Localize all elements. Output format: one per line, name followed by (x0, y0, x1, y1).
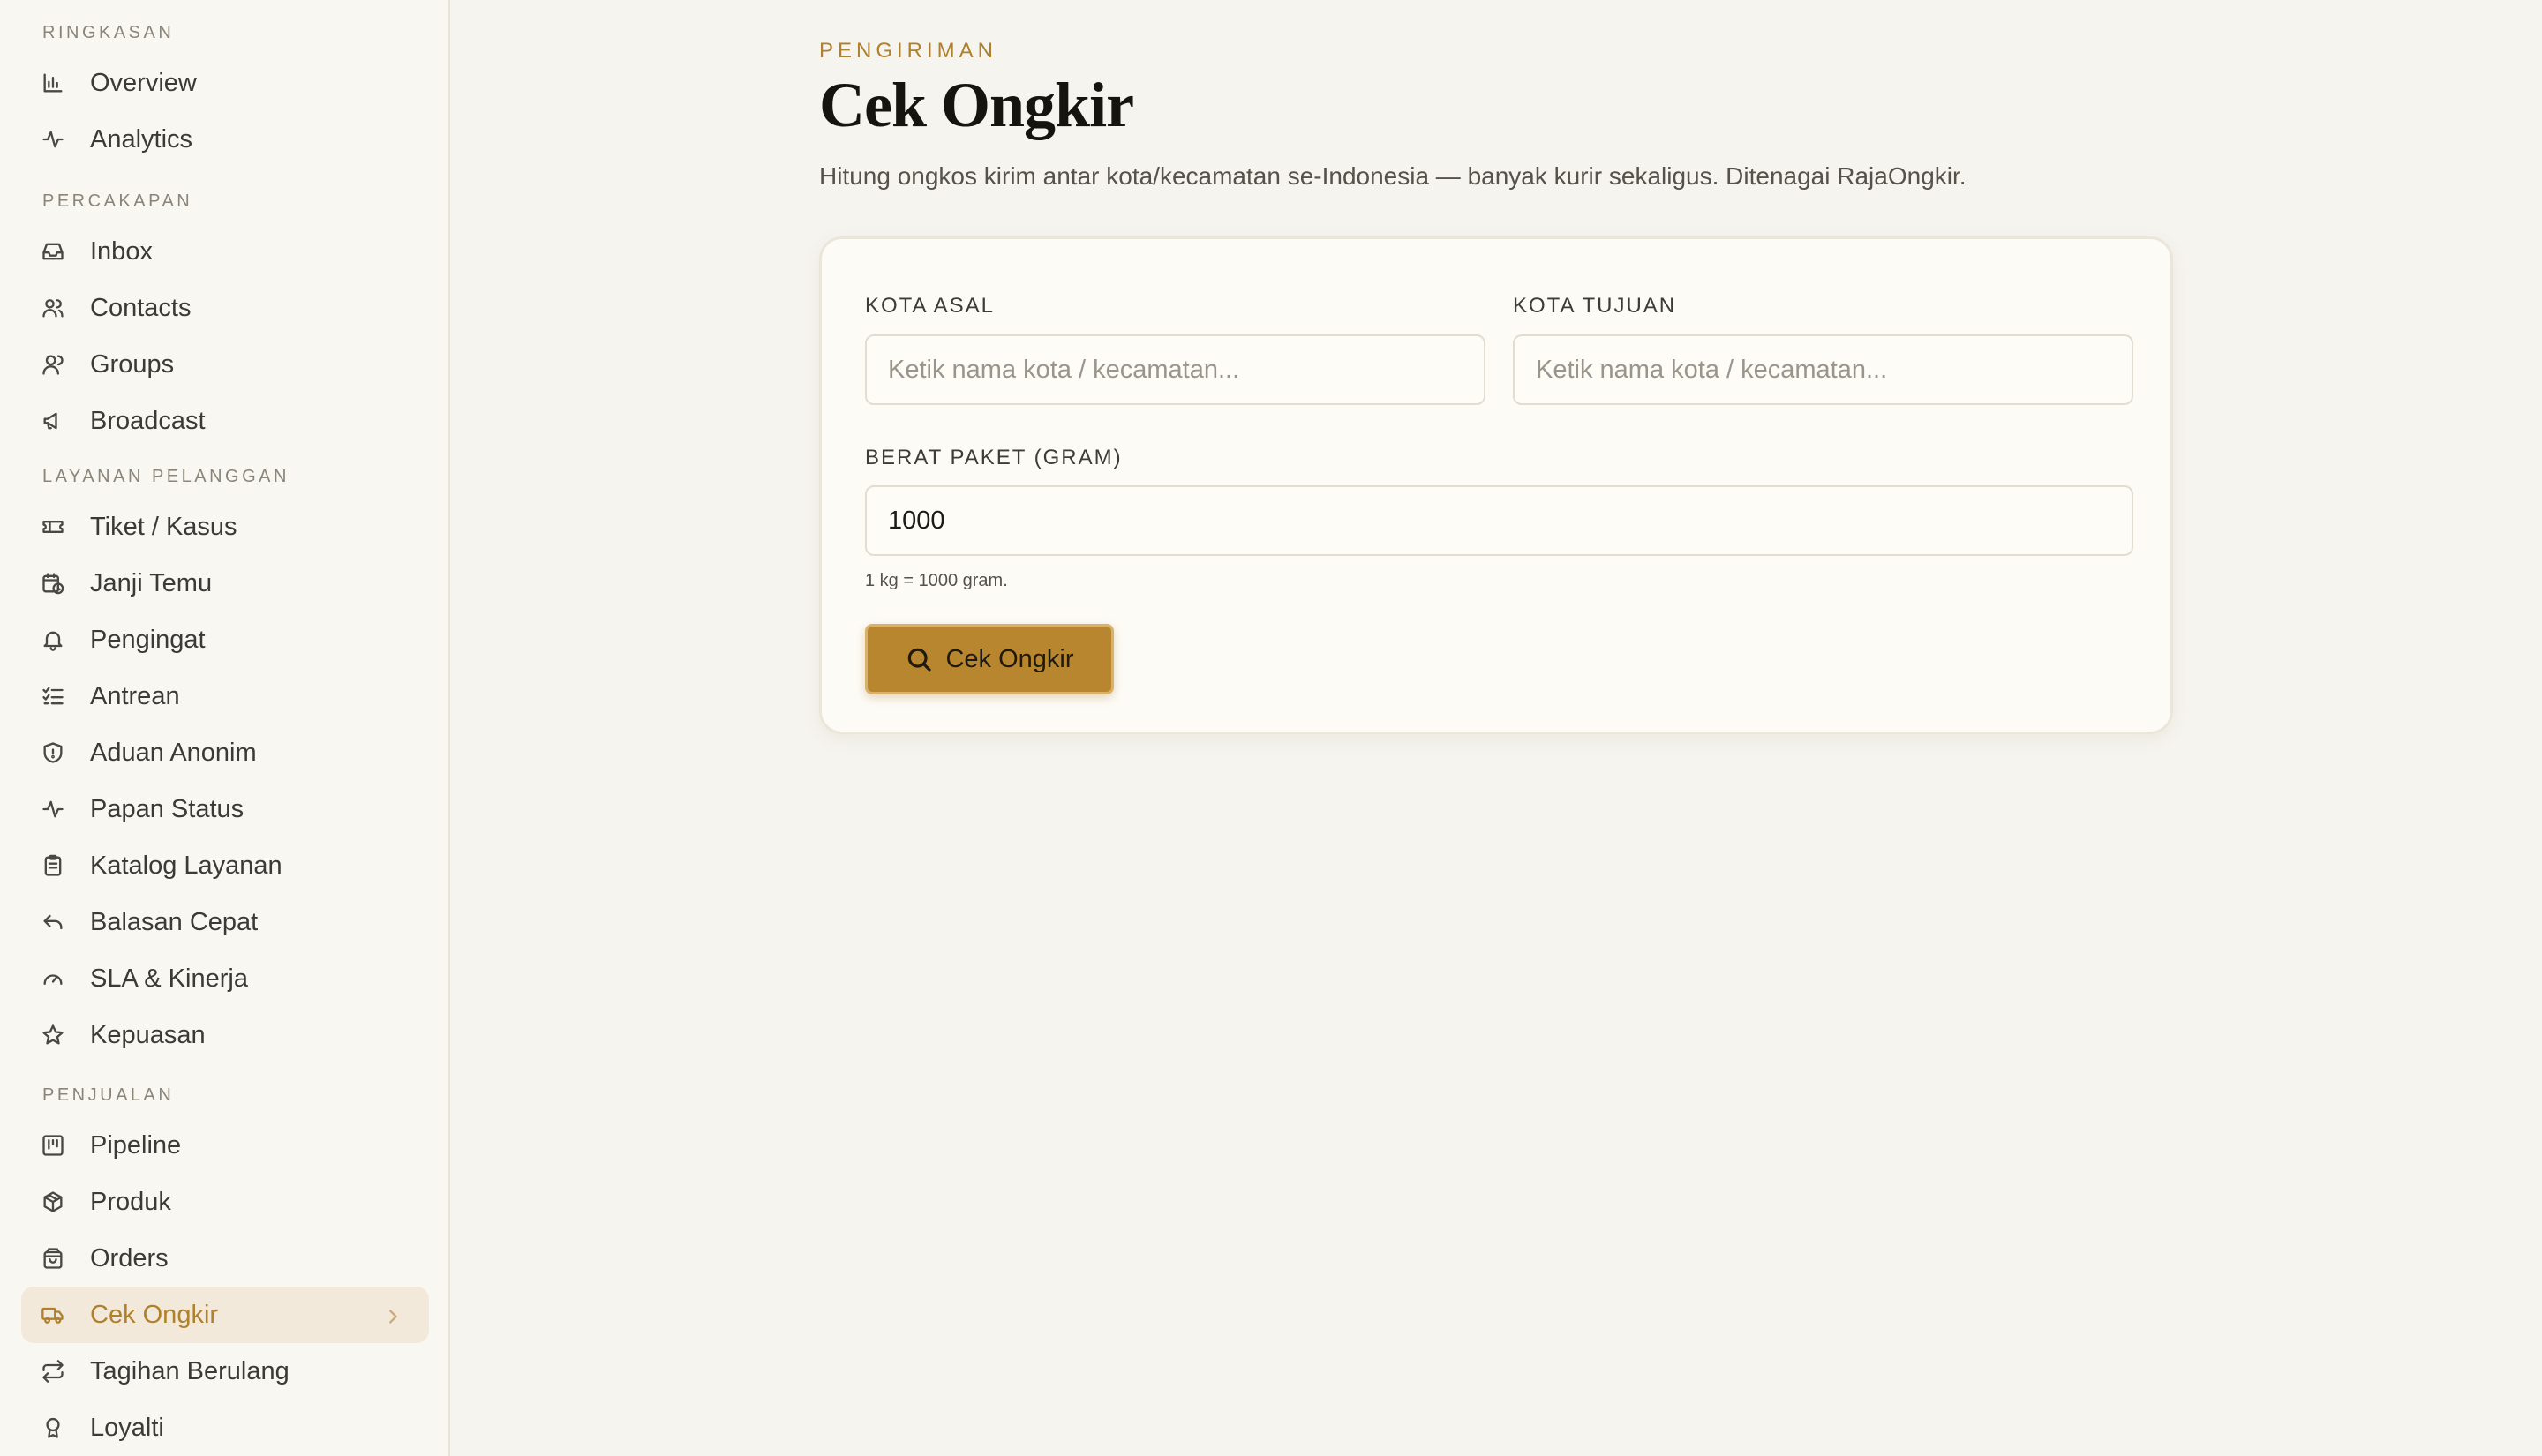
sidebar-item-balasan-cepat[interactable]: Balasan Cepat (21, 894, 429, 950)
page-title: Cek Ongkir (819, 70, 1134, 140)
sidebar-item-label: Tiket / Kasus (90, 512, 237, 541)
bell-icon (41, 627, 65, 652)
pulse-icon (41, 797, 65, 822)
reply-icon (41, 910, 65, 934)
chevron-right-icon (383, 1304, 402, 1324)
inbox-icon (41, 239, 65, 264)
sidebar-item-analytics[interactable]: Analytics (21, 111, 429, 168)
sidebar-item-label: Pengingat (90, 625, 206, 654)
sidebar-item-sla-kinerja[interactable]: SLA & Kinerja (21, 950, 429, 1007)
sidebar-item-label: Groups (90, 349, 175, 379)
sidebar-item-antrean[interactable]: Antrean (21, 668, 429, 724)
sidebar-item-label: Aduan Anonim (90, 738, 257, 767)
origin-label: KOTA ASAL (865, 294, 995, 318)
box-icon (41, 1190, 65, 1214)
sidebar-item-groups[interactable]: Groups (21, 336, 429, 393)
sidebar-item-label: Loyalti (90, 1413, 164, 1442)
weight-hint: 1 kg = 1000 gram. (865, 571, 1008, 590)
sidebar-section-title: LAYANAN PELANGGAN (42, 467, 290, 486)
sidebar-item-label: Orders (90, 1243, 169, 1272)
sidebar-item-label: Janji Temu (90, 568, 213, 597)
sidebar-item-pipeline[interactable]: Pipeline (21, 1117, 429, 1174)
shield-icon (41, 740, 65, 765)
sidebar-item-label: Produk (90, 1187, 171, 1216)
sidebar-item-overview[interactable]: Overview (21, 55, 429, 111)
megaphone-icon (41, 409, 65, 433)
check-shipping-cost-button-label: Cek Ongkir (945, 644, 1074, 673)
shipping-cost-form-card: KOTA ASAL KOTA TUJUAN BERAT PAKET (GRAM)… (819, 236, 2173, 734)
sidebar-item-inbox[interactable]: Inbox (21, 223, 429, 280)
activity-icon (41, 127, 65, 152)
shopping-bag-icon (41, 1246, 65, 1271)
sidebar-item-label: Tagihan Berulang (90, 1356, 290, 1385)
sidebar-item-tagihan-berulang[interactable]: Tagihan Berulang (21, 1343, 429, 1400)
calendar-clock-icon (41, 571, 65, 596)
sidebar-item-label: Kepuasan (90, 1020, 206, 1049)
page-subtitle: Hitung ongkos kirim antar kota/kecamatan… (819, 162, 1967, 190)
sidebar-item-tiket-kasus[interactable]: Tiket / Kasus (21, 499, 429, 555)
sidebar-item-kepuasan[interactable]: Kepuasan (21, 1007, 429, 1063)
bar-chart-icon (41, 71, 65, 95)
sidebar-item-pengingat[interactable]: Pengingat (21, 612, 429, 668)
sidebar-item-janji-temu[interactable]: Janji Temu (21, 555, 429, 612)
weight-label: BERAT PAKET (GRAM) (865, 446, 1123, 469)
sidebar-item-label: Contacts (90, 293, 192, 322)
repeat-icon (41, 1359, 65, 1384)
sidebar-item-produk[interactable]: Produk (21, 1174, 429, 1230)
page-eyebrow: PENGIRIMAN (819, 39, 998, 63)
sidebar-item-label: Broadcast (90, 406, 206, 435)
sidebar: RINGKASAN Overview Analytics PERCAKAPAN Inbo… (0, 0, 450, 1456)
ticket-icon (41, 514, 65, 539)
gauge-icon (41, 966, 65, 991)
sidebar-item-orders[interactable]: Orders (21, 1230, 429, 1287)
sidebar-item-label: Katalog Layanan (90, 851, 282, 880)
sidebar-item-label: Analytics (90, 124, 193, 154)
sidebar-section-title: RINGKASAN (42, 23, 175, 42)
destination-city-input[interactable] (1513, 334, 2133, 405)
destination-label: KOTA TUJUAN (1513, 294, 1677, 318)
clipboard-icon (41, 853, 65, 878)
users-icon (41, 296, 65, 320)
search-icon (905, 645, 933, 673)
sidebar-item-loyalti[interactable]: Loyalti (21, 1400, 429, 1456)
sidebar-item-label: Overview (90, 68, 197, 97)
sidebar-item-label: Pipeline (90, 1130, 182, 1160)
sidebar-item-label: SLA & Kinerja (90, 964, 248, 993)
sidebar-item-contacts[interactable]: Contacts (21, 280, 429, 336)
sidebar-item-label: Antrean (90, 681, 180, 710)
origin-city-input[interactable] (865, 334, 1485, 405)
group-icon (41, 352, 65, 377)
truck-icon (41, 1302, 65, 1327)
check-shipping-cost-button[interactable]: Cek Ongkir (865, 624, 1114, 694)
sidebar-section-title: PERCAKAPAN (42, 191, 193, 211)
weight-input[interactable] (865, 485, 2133, 556)
sidebar-item-label: Balasan Cepat (90, 907, 259, 936)
sidebar-item-katalog-layanan[interactable]: Katalog Layanan (21, 837, 429, 894)
sidebar-item-label: Inbox (90, 236, 153, 266)
star-icon (41, 1023, 65, 1047)
sidebar-item-broadcast[interactable]: Broadcast (21, 393, 429, 449)
list-checks-icon (41, 684, 65, 709)
sidebar-item-label: Papan Status (90, 794, 244, 823)
sidebar-section-title: PENJUALAN (42, 1085, 175, 1105)
sidebar-item-label: Cek Ongkir (90, 1300, 219, 1329)
award-icon (41, 1415, 65, 1440)
sidebar-item-cek-ongkir[interactable]: Cek Ongkir (21, 1287, 429, 1343)
kanban-icon (41, 1133, 65, 1158)
sidebar-item-aduan-anonim[interactable]: Aduan Anonim (21, 724, 429, 781)
sidebar-item-papan-status[interactable]: Papan Status (21, 781, 429, 837)
